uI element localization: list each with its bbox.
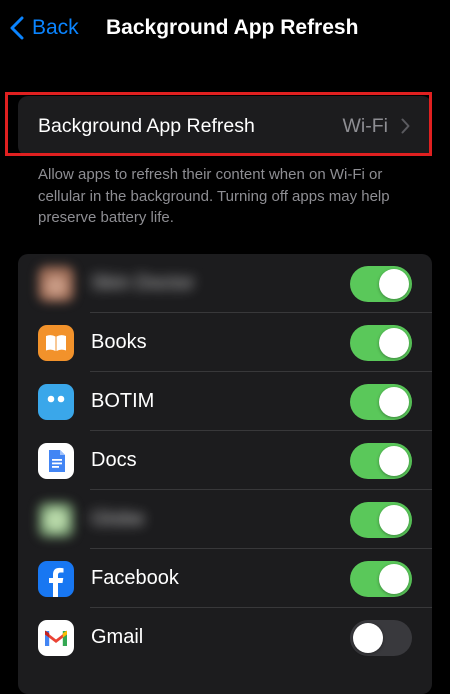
books-icon bbox=[38, 325, 74, 361]
setting-label: Background App Refresh bbox=[38, 115, 255, 137]
background-app-refresh-row[interactable]: Background App Refresh Wi-Fi bbox=[18, 96, 432, 156]
app-name: Docs bbox=[91, 449, 137, 471]
botim-icon bbox=[38, 384, 74, 420]
setting-value: Wi-Fi bbox=[342, 115, 388, 137]
app-name: Skin Doctor bbox=[91, 272, 195, 294]
app-name: BOTIM bbox=[91, 390, 155, 412]
back-label: Back bbox=[32, 16, 79, 39]
page-title: Background App Refresh bbox=[106, 16, 359, 39]
refresh-toggle[interactable] bbox=[350, 561, 412, 597]
docs-icon bbox=[38, 443, 74, 479]
chevron-right-icon bbox=[401, 118, 410, 134]
facebook-icon bbox=[38, 561, 74, 597]
app-name: Facebook bbox=[91, 567, 179, 589]
app-name: Gmail bbox=[91, 626, 144, 648]
blurred-app-icon bbox=[38, 502, 74, 538]
app-row: Skin Doctor bbox=[18, 254, 432, 313]
refresh-toggle[interactable] bbox=[350, 620, 412, 656]
app-row: BOTIM bbox=[18, 372, 432, 431]
app-name: Books bbox=[91, 331, 147, 353]
blurred-app-icon bbox=[38, 266, 74, 302]
refresh-toggle[interactable] bbox=[350, 384, 412, 420]
app-row: Docs bbox=[18, 431, 432, 490]
gmail-icon bbox=[38, 620, 74, 656]
navigation-bar: Back Background App Refresh bbox=[0, 0, 450, 60]
refresh-toggle[interactable] bbox=[350, 266, 412, 302]
app-list: Skin Doctor Books BOTIM Docs Globe Faceb… bbox=[18, 254, 432, 694]
app-row: Facebook bbox=[18, 549, 432, 608]
refresh-toggle[interactable] bbox=[350, 443, 412, 479]
app-row: Books bbox=[18, 313, 432, 372]
chevron-left-icon bbox=[10, 16, 24, 40]
setting-footnote: Allow apps to refresh their content when… bbox=[38, 166, 390, 226]
refresh-toggle[interactable] bbox=[350, 325, 412, 361]
app-row: Globe bbox=[18, 490, 432, 549]
app-row: Gmail bbox=[18, 608, 432, 667]
back-button[interactable]: Back bbox=[10, 16, 79, 40]
app-name: Globe bbox=[91, 508, 145, 530]
refresh-toggle[interactable] bbox=[350, 502, 412, 538]
